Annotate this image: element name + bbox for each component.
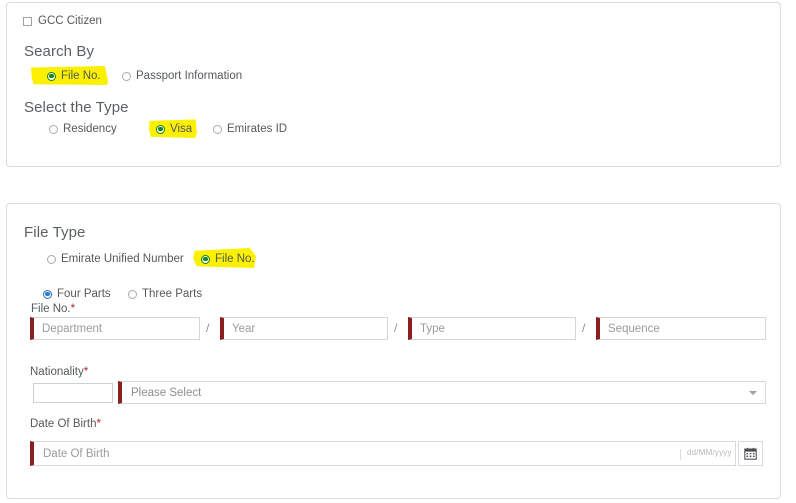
radio-dot-emirate-unified-number[interactable]: [47, 254, 56, 264]
file-no-year-placeholder: Year: [232, 322, 256, 335]
radio-dot-file-no-type[interactable]: [201, 254, 210, 264]
nationality-select[interactable]: Please Select: [118, 381, 766, 404]
radio-type-visa[interactable]: Visa: [156, 123, 192, 135]
calendar-picker-button[interactable]: [738, 441, 763, 466]
radio-type-emirates-id[interactable]: Emirates ID: [213, 123, 287, 135]
radio-search-by-passport-information[interactable]: Passport Information: [122, 70, 242, 82]
date-of-birth-input[interactable]: Date Of Birth: [30, 441, 736, 466]
search-by-heading: Search By: [24, 43, 95, 60]
nationality-label-text: Nationality: [30, 366, 84, 378]
radio-dot-three-parts[interactable]: [128, 289, 137, 299]
file-no-field-label: File No.*: [31, 303, 75, 315]
file-no-sequence-placeholder: Sequence: [608, 322, 660, 335]
file-no-required-mark: *: [70, 303, 76, 315]
radio-label-emirates-id: Emirates ID: [227, 123, 288, 135]
radio-label-file-no: File No.: [61, 70, 101, 82]
date-of-birth-label-text: Date Of Birth: [30, 418, 97, 430]
nationality-code-input[interactable]: [33, 383, 113, 403]
date-format-hint: dd/MM/yyyy: [680, 448, 732, 460]
radio-dot-visa[interactable]: [156, 124, 165, 134]
gcc-citizen-checkbox[interactable]: [23, 16, 32, 26]
file-no-separator-3: /: [582, 321, 586, 335]
nationality-label: Nationality*: [30, 366, 88, 378]
radio-emirate-unified-number[interactable]: Emirate Unified Number: [47, 253, 184, 265]
radio-dot-residency[interactable]: [49, 124, 58, 134]
radio-type-residency[interactable]: Residency: [49, 123, 117, 135]
radio-three-parts[interactable]: Three Parts: [128, 288, 202, 300]
radio-four-parts[interactable]: Four Parts: [43, 288, 111, 300]
file-type-heading: File Type: [24, 224, 86, 241]
radio-search-by-file-no[interactable]: File No.: [47, 70, 101, 82]
radio-label-three-parts: Three Parts: [142, 288, 203, 300]
search-criteria-panel: GCC Citizen Search By File No. Passport …: [6, 2, 781, 167]
radio-label-four-parts: Four Parts: [57, 288, 111, 300]
date-of-birth-label: Date Of Birth*: [30, 418, 101, 430]
nationality-required-mark: *: [83, 366, 89, 378]
chevron-down-icon[interactable]: [749, 390, 757, 395]
radio-dot-four-parts[interactable]: [43, 289, 52, 299]
file-no-type-placeholder: Type: [420, 322, 445, 335]
radio-file-no-type[interactable]: File No.: [201, 253, 255, 265]
date-of-birth-required-mark: *: [96, 418, 101, 430]
file-no-separator-1: /: [206, 321, 210, 335]
radio-label-residency: Residency: [63, 123, 117, 135]
radio-label-file-no-type: File No.: [215, 253, 255, 265]
file-no-type-input[interactable]: Type: [408, 317, 576, 340]
select-the-type-heading: Select the Type: [24, 99, 129, 116]
file-no-department-placeholder: Department: [42, 322, 103, 335]
radio-dot-passport-information[interactable]: [122, 71, 131, 81]
gcc-citizen-checkbox-row[interactable]: GCC Citizen: [23, 15, 102, 27]
radio-label-visa: Visa: [170, 123, 193, 135]
file-no-label-text: File No.: [31, 303, 71, 315]
nationality-selected-value: Please Select: [131, 386, 202, 399]
radio-dot-file-no[interactable]: [47, 71, 56, 81]
radio-dot-emirates-id[interactable]: [213, 124, 222, 134]
file-no-separator-2: /: [394, 321, 398, 335]
date-of-birth-placeholder: Date Of Birth: [43, 447, 110, 460]
file-no-department-input[interactable]: Department: [30, 317, 200, 340]
calendar-icon: [744, 447, 757, 460]
file-no-year-input[interactable]: Year: [220, 317, 388, 340]
radio-label-passport-information: Passport Information: [136, 70, 243, 82]
gcc-citizen-label: GCC Citizen: [38, 15, 102, 27]
radio-label-emirate-unified-number: Emirate Unified Number: [61, 253, 184, 265]
file-no-sequence-input[interactable]: Sequence: [596, 317, 766, 340]
